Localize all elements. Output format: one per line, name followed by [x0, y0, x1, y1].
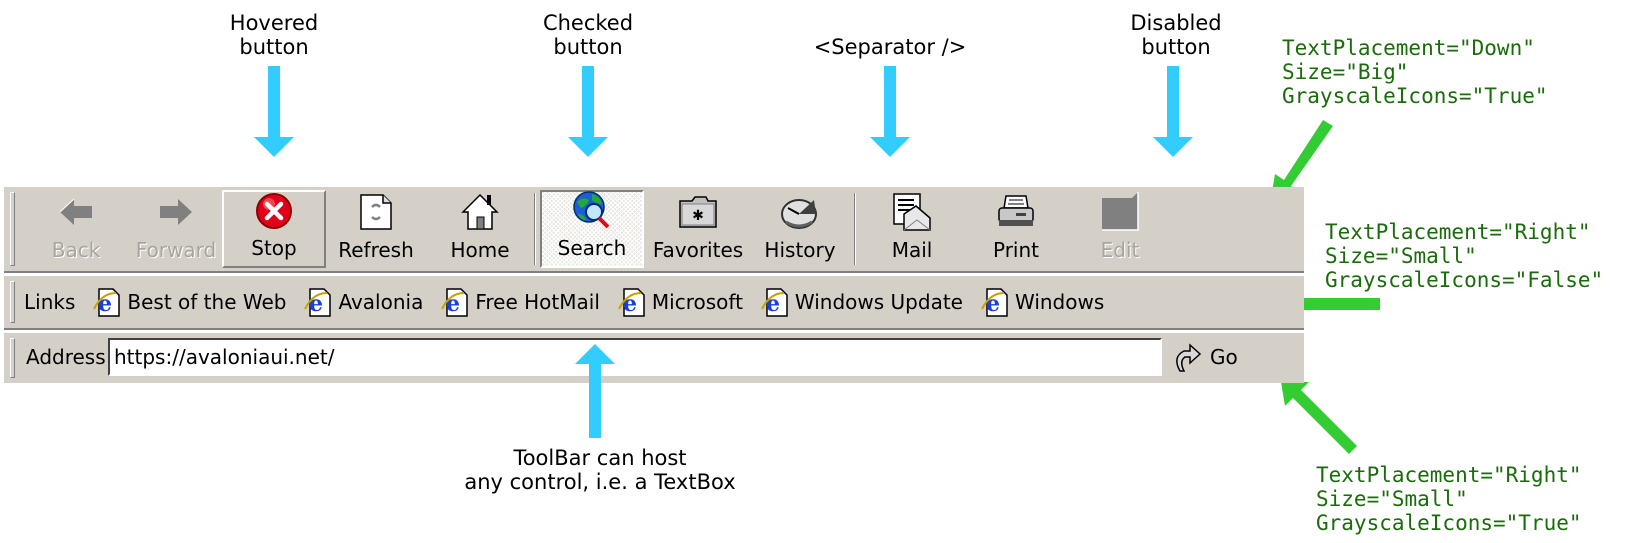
stop-button[interactable]: Stop — [222, 190, 326, 268]
callout-separator: <Separator /> — [790, 35, 990, 59]
note-links-toolbar: TextPlacement="Right" Size="Small" Grays… — [1325, 220, 1604, 292]
favorites-button[interactable]: ✱ Favorites — [646, 190, 750, 268]
back-button[interactable]: Back — [26, 190, 126, 268]
toolbar-grip[interactable] — [10, 338, 15, 378]
callout-hovered-button: Hovered button — [214, 11, 334, 59]
ie-page-icon: e — [616, 287, 646, 317]
callout-text: any control, i.e. a TextBox — [464, 470, 736, 494]
history-button[interactable]: History — [750, 190, 850, 268]
link-avalonia[interactable]: e Avalonia — [302, 287, 423, 317]
link-label: Best of the Web — [127, 290, 287, 314]
disabled-arrow — [1153, 66, 1193, 157]
ie-page-icon: e — [759, 287, 789, 317]
svg-text:✱: ✱ — [692, 208, 704, 224]
forward-button[interactable]: Forward — [126, 190, 226, 268]
callout-checked-button: Checked button — [528, 11, 648, 59]
callout-text: button — [553, 35, 623, 59]
go-arrow-icon — [1172, 341, 1202, 373]
callout-text: ToolBar can host — [513, 446, 687, 470]
favorites-folder-icon: ✱ — [678, 192, 718, 232]
callout-disabled-button: Disabled button — [1116, 11, 1236, 59]
callout-text: Disabled — [1130, 11, 1222, 35]
refresh-button[interactable]: Refresh — [326, 190, 426, 268]
link-label: Avalonia — [338, 290, 424, 314]
ie-page-icon: e — [439, 287, 469, 317]
print-button[interactable]: Print — [966, 190, 1066, 268]
callout-text: button — [1141, 35, 1211, 59]
toolbar-divider — [4, 328, 1304, 332]
refresh-icon — [356, 192, 396, 232]
stop-label: Stop — [251, 236, 297, 260]
toolbar-separator — [534, 193, 536, 265]
home-button[interactable]: Home — [430, 190, 530, 268]
back-arrow-icon — [56, 192, 96, 232]
callout-text: Checked — [542, 11, 634, 35]
links-label: Links — [24, 290, 76, 314]
separator-arrow — [870, 66, 910, 157]
toolbar-grip[interactable] — [10, 192, 15, 266]
stop-icon — [254, 192, 294, 230]
link-free-hotmail[interactable]: e Free HotMail — [439, 287, 600, 317]
ie-page-icon: e — [302, 287, 332, 317]
forward-label: Forward — [135, 238, 217, 262]
note-address-toolbar-arrow — [1281, 382, 1357, 454]
callout-text: <Separator /> — [813, 35, 967, 59]
search-button[interactable]: Search — [540, 190, 644, 268]
toolbar-separator — [854, 193, 856, 265]
go-label: Go — [1210, 345, 1238, 369]
link-windows[interactable]: e Windows — [979, 287, 1104, 317]
link-label: Free HotMail — [475, 290, 600, 314]
checked-arrow — [568, 66, 608, 157]
refresh-label: Refresh — [338, 238, 414, 262]
address-toolbar: Address Go — [4, 333, 1304, 383]
toolbar-grip[interactable] — [10, 281, 15, 323]
home-icon — [460, 192, 500, 232]
search-globe-icon — [572, 190, 612, 230]
address-input[interactable] — [108, 338, 1162, 376]
link-windows-update[interactable]: e Windows Update — [759, 287, 963, 317]
callout-text: button — [239, 35, 309, 59]
mail-icon — [892, 192, 932, 232]
callout-text: Hovered — [229, 11, 319, 35]
print-label: Print — [992, 238, 1039, 262]
edit-label: Edit — [1100, 238, 1140, 262]
edit-icon — [1100, 192, 1140, 232]
mail-button[interactable]: Mail — [862, 190, 962, 268]
link-label: Microsoft — [651, 290, 743, 314]
hovered-arrow — [254, 66, 294, 157]
main-toolbar: Back Forward Stop Refresh Home Search ✱ … — [4, 187, 1304, 271]
back-label: Back — [51, 238, 101, 262]
ie-page-icon: e — [91, 287, 121, 317]
edit-button[interactable]: Edit — [1070, 190, 1170, 268]
forward-arrow-icon — [156, 192, 196, 232]
mail-label: Mail — [891, 238, 933, 262]
note-address-toolbar: TextPlacement="Right" Size="Small" Grays… — [1316, 463, 1582, 535]
links-toolbar: Links e Best of the Web e Avalonia e Fre… — [4, 276, 1304, 328]
ie-page-icon: e — [979, 287, 1009, 317]
go-button[interactable]: Go — [1172, 341, 1238, 373]
address-label: Address — [26, 345, 106, 369]
search-label: Search — [557, 236, 627, 260]
home-label: Home — [450, 238, 510, 262]
link-label: Windows Update — [794, 290, 963, 314]
toolbar-divider — [4, 271, 1304, 275]
link-best-of-the-web[interactable]: e Best of the Web — [91, 287, 286, 317]
note-big-toolbar: TextPlacement="Down" Size="Big" Grayscal… — [1282, 36, 1548, 108]
history-clock-icon — [780, 192, 820, 232]
favorites-label: Favorites — [652, 238, 744, 262]
history-label: History — [764, 238, 836, 262]
link-microsoft[interactable]: e Microsoft — [616, 287, 743, 317]
link-label: Windows — [1014, 290, 1105, 314]
printer-icon — [996, 192, 1036, 232]
callout-textbox: ToolBar can host any control, i.e. a Tex… — [420, 446, 780, 494]
textbox-arrow — [575, 344, 615, 438]
